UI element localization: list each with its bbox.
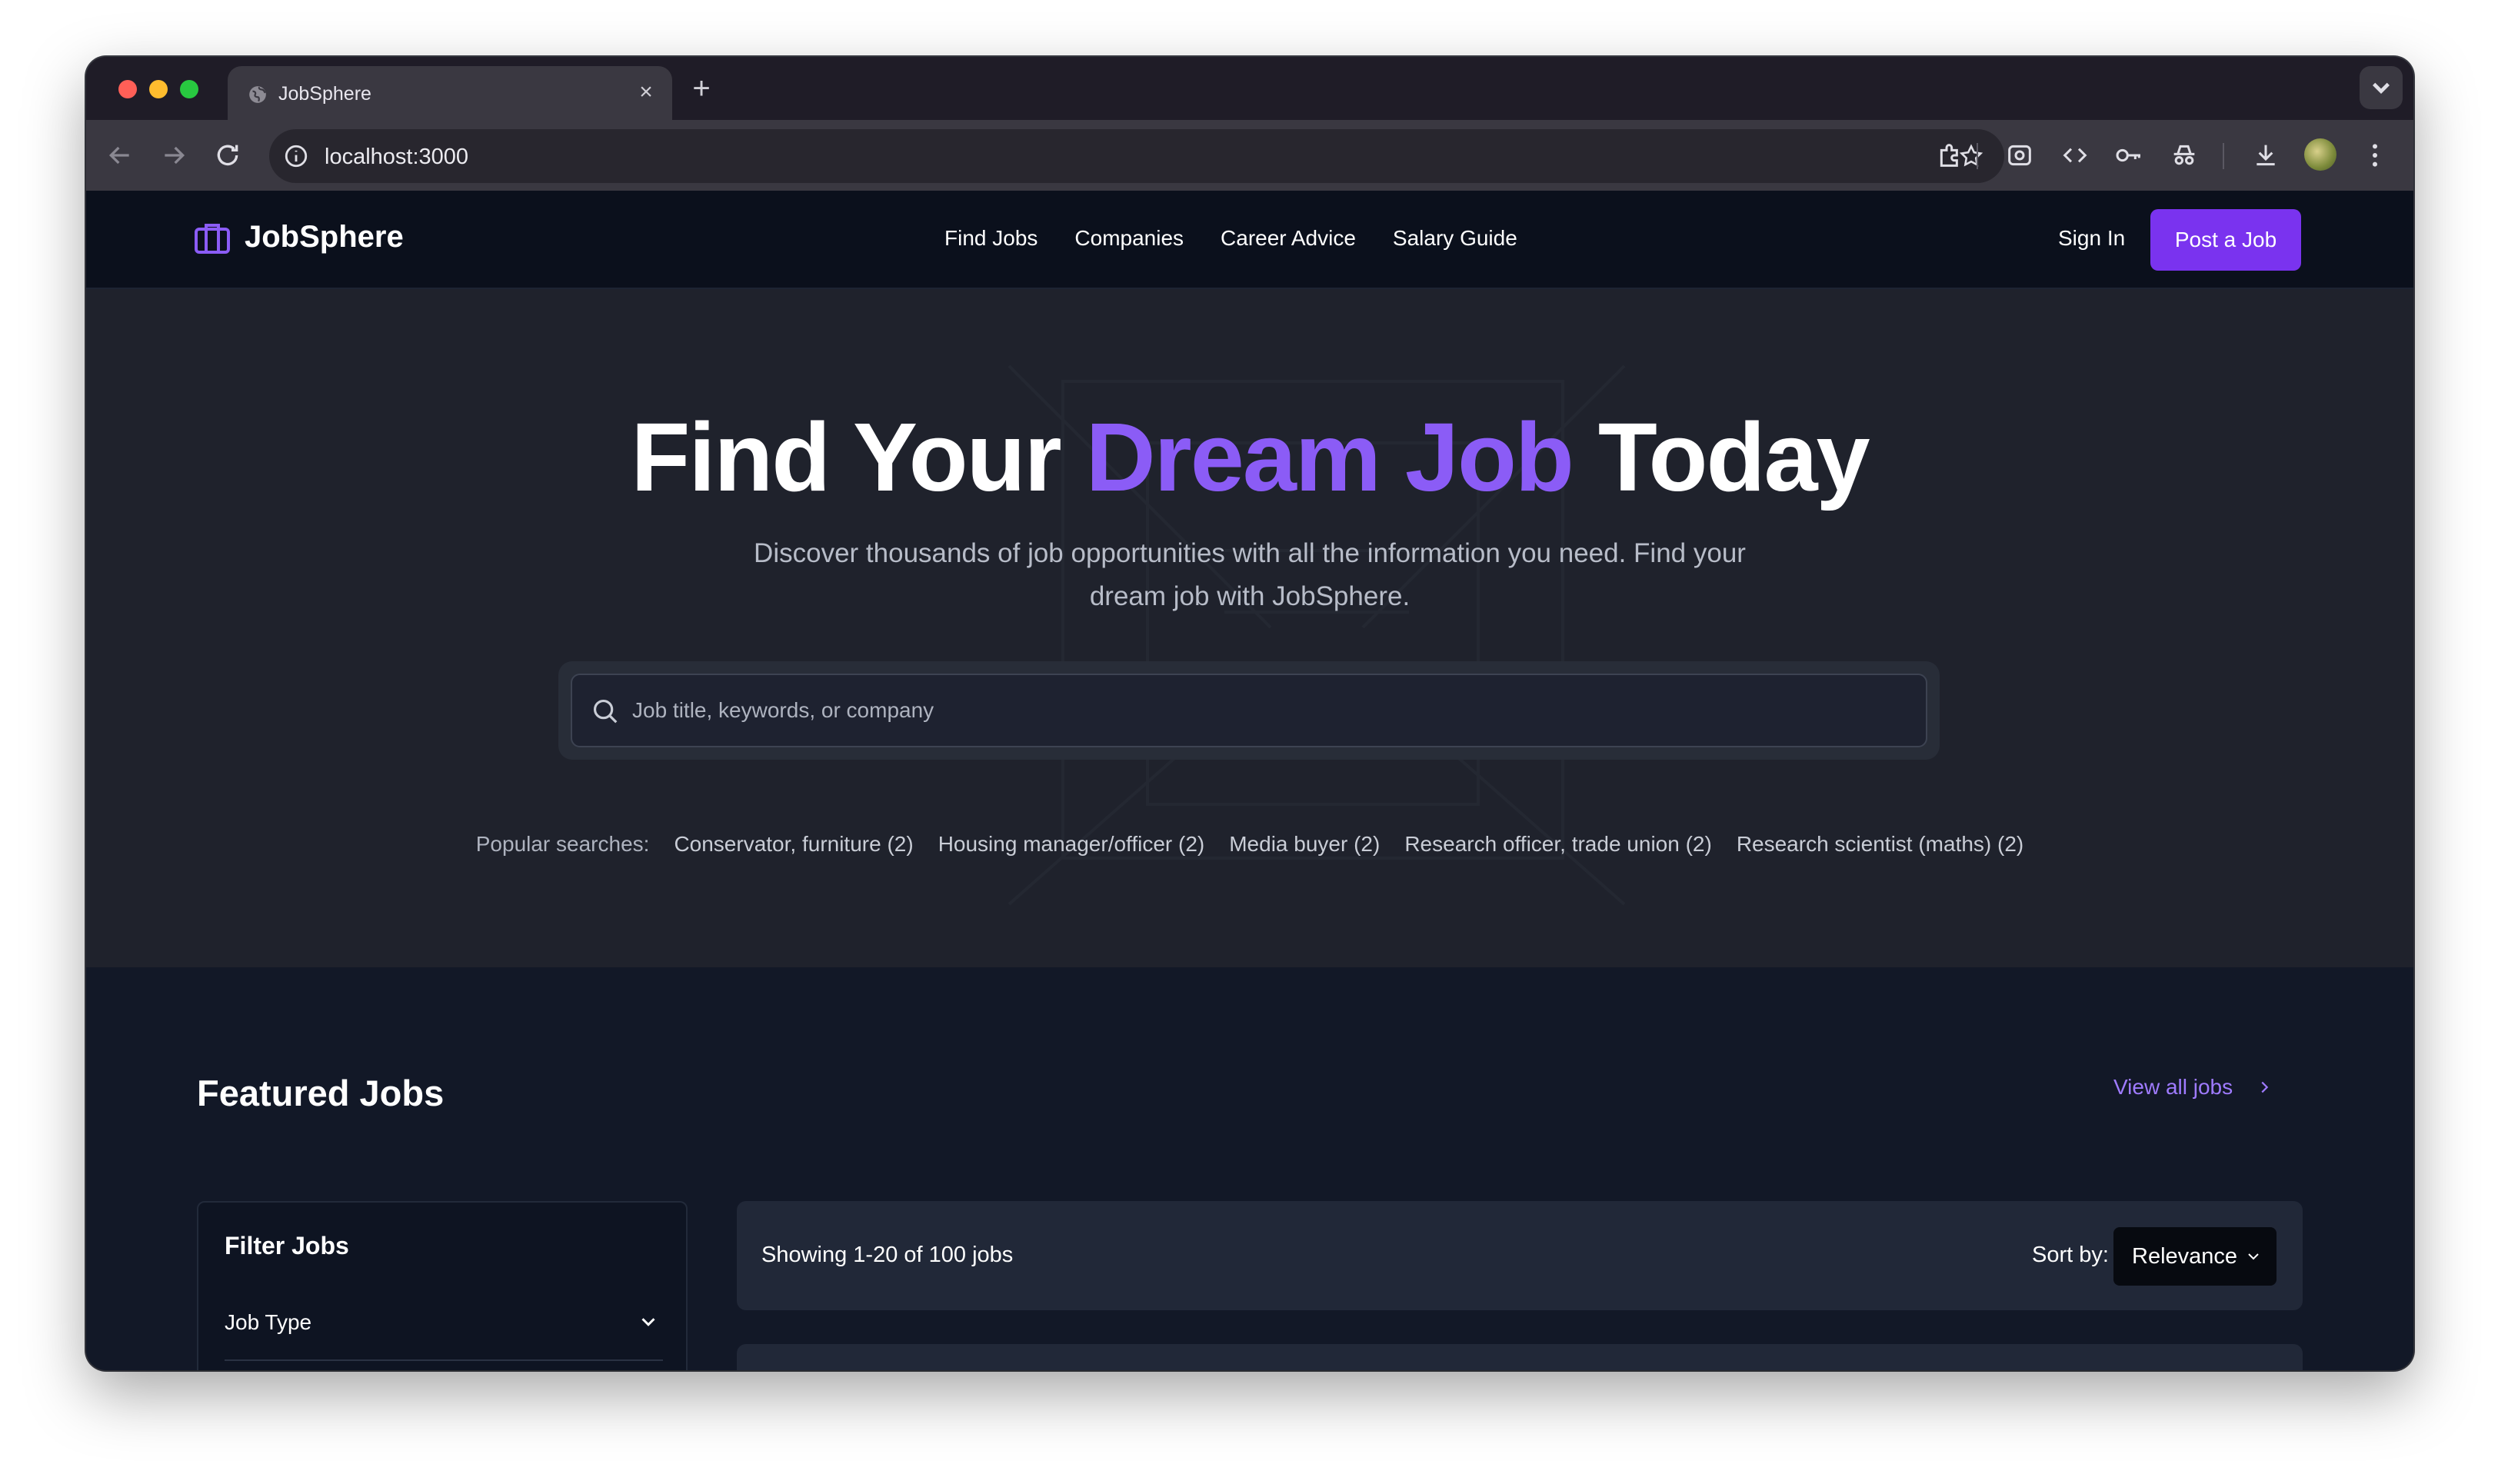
chevron-down-icon [2373,82,2390,94]
view-all-jobs-link[interactable]: View all jobs [2113,1075,2273,1100]
password-key-icon[interactable] [2113,140,2144,171]
search-box[interactable] [571,674,1927,747]
extensions-icon[interactable] [1935,140,1966,171]
sign-in-link[interactable]: Sign In [2058,226,2125,251]
browser-tab[interactable]: JobSphere × [228,66,672,120]
chevron-right-icon [2261,1081,2269,1093]
nav-link-companies[interactable]: Companies [1074,226,1184,251]
popular-search-tag[interactable]: Research scientist (maths) (2) [1737,832,2023,857]
sort-by-label: Sort by: [2032,1243,2109,1267]
close-window-button[interactable] [118,80,137,98]
results-toolbar: Showing 1-20 of 100 jobs Sort by: Releva… [737,1201,2303,1310]
job-search-input[interactable] [632,675,1909,746]
reload-icon[interactable] [212,140,243,171]
search-container [558,661,1940,760]
results-count: Showing 1-20 of 100 jobs [761,1243,1014,1267]
code-icon[interactable] [2060,140,2090,171]
close-tab-icon[interactable]: × [634,80,658,105]
toolbar-separator [1977,143,1978,169]
nav-link-career-advice[interactable]: Career Advice [1221,226,1356,251]
view-all-jobs-label[interactable]: View all jobs [2113,1075,2233,1100]
job-card[interactable] [737,1344,2303,1370]
screenshot-icon[interactable] [2004,140,2035,171]
maximize-window-button[interactable] [180,80,198,98]
popular-search-tag[interactable]: Housing manager/officer (2) [938,832,1205,857]
filter-title: Filter Jobs [225,1232,349,1259]
hero-title-part2: Today [1597,403,1870,511]
sort-selected-value[interactable]: Relevance [2132,1244,2237,1269]
site-header: JobSphere Find Jobs Companies Career Adv… [86,191,2413,289]
web-page: JobSphere Find Jobs Companies Career Adv… [86,191,2413,1370]
address-bar[interactable]: localhost:3000 [269,129,2004,183]
incognito-icon[interactable] [2169,140,2200,171]
chevron-down-icon [2248,1253,2259,1260]
divider [225,1359,663,1361]
hero-section: Find Your Dream Job Today Discover thous… [86,289,2413,967]
profile-avatar[interactable] [2304,138,2336,171]
tab-title: JobSphere [278,83,371,105]
popular-searches-label: Popular searches: [475,832,650,856]
globe-icon [249,86,266,103]
main-nav: Find Jobs Companies Career Advice Salary… [944,226,1517,251]
popular-search-tag[interactable]: Conservator, furniture (2) [674,832,913,857]
hero-title-part1: Find Your [631,403,1061,511]
nav-link-salary-guide[interactable]: Salary Guide [1393,226,1517,251]
popular-search-tag[interactable]: Media buyer (2) [1229,832,1380,857]
forward-icon[interactable] [158,140,189,171]
minimize-window-button[interactable] [149,80,168,98]
browser-toolbar: localhost:3000 [86,120,2413,191]
tab-search-button[interactable] [2360,66,2403,109]
toolbar-separator [2223,143,2224,169]
back-icon[interactable] [105,140,135,171]
hero-background-illustration [1008,364,1626,906]
featured-jobs-heading: Featured Jobs [197,1073,445,1113]
sort-select[interactable]: Relevance [2113,1227,2277,1286]
brand-logo-text[interactable]: JobSphere [245,220,404,255]
popular-search-tag[interactable]: Research officer, trade union (2) [1404,832,1711,857]
hero-subtitle: Discover thousands of job opportunities … [754,538,1746,611]
download-icon[interactable] [2250,140,2281,171]
search-icon [593,699,618,724]
nav-link-find-jobs[interactable]: Find Jobs [944,226,1038,251]
briefcase-icon[interactable] [194,221,231,255]
url-text[interactable]: localhost:3000 [325,145,468,170]
new-tab-button[interactable]: + [686,73,717,105]
popular-searches: Popular searches: Conservator, furniture… [86,832,2413,857]
post-job-button[interactable]: Post a Job [2150,209,2301,271]
filter-job-type-toggle[interactable]: Job Type [225,1310,311,1335]
hero-title: Find Your Dream Job Today [86,401,2413,513]
hero-title-accent: Dream Job [1085,403,1574,511]
chevron-down-icon[interactable] [637,1310,660,1333]
site-info-icon[interactable] [283,143,309,169]
browser-window: JobSphere × + localhost:3000 JobSphere F… [86,57,2413,1370]
filter-panel: Filter Jobs Job Type [197,1201,688,1370]
tab-strip: JobSphere × + [86,57,2413,120]
more-menu-icon[interactable] [2360,140,2390,171]
